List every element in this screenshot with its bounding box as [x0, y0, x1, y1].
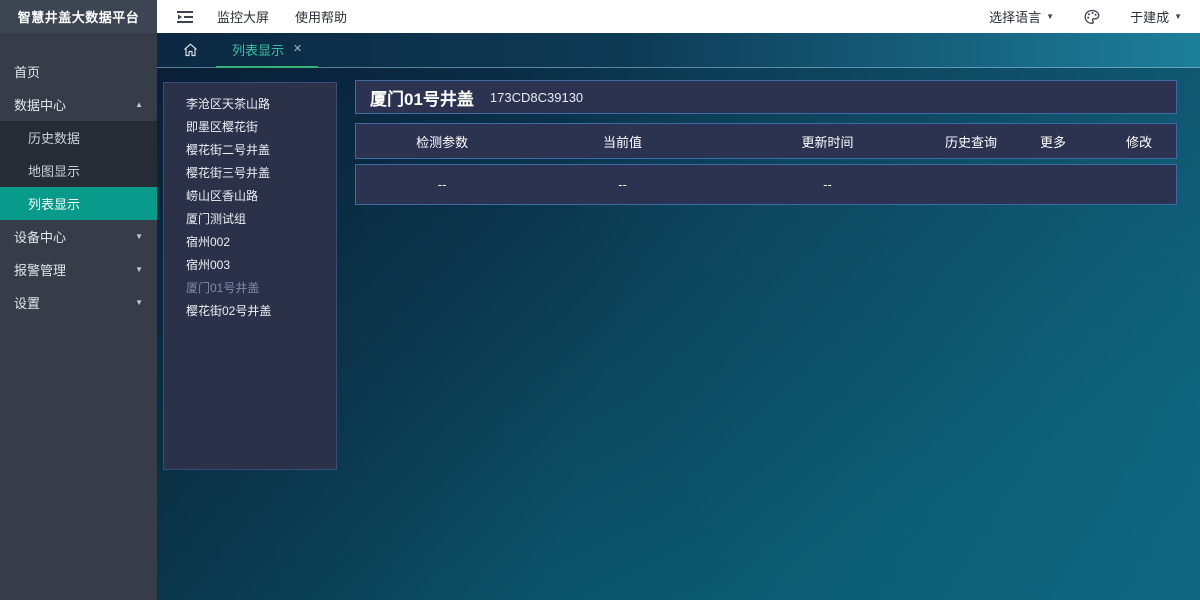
sidebar-item-label: 首页 [14, 62, 40, 81]
chevron-down-icon: ▼ [1174, 13, 1182, 21]
username: 于建成 [1130, 7, 1169, 26]
device-list-item[interactable]: 樱花街二号井盖 [186, 139, 336, 162]
column-header-history-query: 历史查询 [938, 132, 1004, 151]
main-content: 李沧区天茶山路 即墨区樱花街 樱花街二号井盖 樱花街三号井盖 崂山区香山路 厦门… [157, 68, 1200, 600]
close-icon[interactable]: ✕ [293, 44, 302, 55]
device-code: 173CD8C39130 [490, 90, 583, 105]
column-header-param: 检测参数 [356, 132, 528, 151]
sidebar-item-alarm-management[interactable]: 报警管理 ▼ [0, 253, 157, 286]
topbar: 智慧井盖大数据平台 监控大屏 使用帮助 选择语言 ▼ 于建成 [0, 0, 1200, 33]
chevron-down-icon: ▼ [1046, 13, 1054, 21]
sidebar-item-label: 设置 [14, 293, 40, 312]
app-title: 智慧井盖大数据平台 [0, 0, 157, 33]
column-header-current-value: 当前值 [528, 132, 717, 151]
device-list-item[interactable]: 樱花街02号井盖 [186, 300, 336, 323]
sidebar-item-label: 报警管理 [14, 260, 66, 279]
device-list-item[interactable]: 厦门测试组 [186, 208, 336, 231]
cell-param: -- [356, 177, 528, 192]
sidebar-item-label: 历史数据 [28, 128, 80, 147]
sidebar-item-map-display[interactable]: 地图显示 [0, 154, 157, 187]
sidebar-item-home[interactable]: 首页 [0, 55, 157, 88]
tab-list-display[interactable]: 列表显示 ✕ [216, 33, 318, 68]
device-list-item[interactable]: 李沧区天茶山路 [186, 93, 336, 116]
device-title: 厦门01号井盖 [370, 85, 474, 110]
home-icon [183, 43, 198, 57]
user-menu[interactable]: 于建成 ▼ [1130, 7, 1182, 26]
language-label: 选择语言 [989, 7, 1041, 26]
device-list-panel: 李沧区天茶山路 即墨区樱花街 樱花街二号井盖 樱花街三号井盖 崂山区香山路 厦门… [163, 82, 337, 470]
nav-help[interactable]: 使用帮助 [295, 7, 347, 26]
sidebar-item-history-data[interactable]: 历史数据 [0, 121, 157, 154]
cell-current-value: -- [528, 177, 717, 192]
sidebar-item-data-center[interactable]: 数据中心 ▲ [0, 88, 157, 121]
data-center-submenu: 历史数据 地图显示 列表显示 [0, 121, 157, 220]
home-tab-button[interactable] [183, 43, 198, 57]
device-list-item[interactable]: 即墨区樱花街 [186, 116, 336, 139]
device-list-item-selected[interactable]: 厦门01号井盖 [186, 277, 336, 300]
topbar-right: 选择语言 ▼ 于建成 ▼ [989, 7, 1200, 26]
top-navigation: 监控大屏 使用帮助 [217, 7, 347, 26]
language-selector[interactable]: 选择语言 ▼ [989, 7, 1054, 26]
device-list-item[interactable]: 宿州002 [186, 231, 336, 254]
chevron-down-icon: ▼ [135, 232, 143, 241]
menu-fold-icon [177, 10, 193, 24]
palette-icon [1084, 9, 1100, 25]
device-list-item[interactable]: 樱花街三号井盖 [186, 162, 336, 185]
sidebar-menu: 首页 数据中心 ▲ 历史数据 地图显示 列表显示 设备中心 ▼ 报警管理 ▼ 设… [0, 33, 157, 319]
tab-label: 列表显示 [232, 40, 284, 59]
theme-button[interactable] [1084, 9, 1100, 25]
column-header-modify: 修改 [1102, 132, 1176, 151]
sidebar-item-list-display[interactable]: 列表显示 [0, 187, 157, 220]
chevron-down-icon: ▼ [135, 265, 143, 274]
device-list-item[interactable]: 崂山区香山路 [186, 185, 336, 208]
column-header-more: 更多 [1004, 132, 1102, 151]
detail-column: 厦门01号井盖 173CD8C39130 检测参数 当前值 更新时间 历史查询 … [355, 80, 1177, 205]
cell-update-time: -- [717, 177, 938, 192]
sidebar-item-settings[interactable]: 设置 ▼ [0, 286, 157, 319]
sidebar-item-label: 列表显示 [28, 194, 80, 213]
chevron-down-icon: ▼ [135, 298, 143, 307]
nav-monitor-screen[interactable]: 监控大屏 [217, 7, 269, 26]
sidebar-item-label: 地图显示 [28, 161, 80, 180]
tabbar: 列表显示 ✕ [157, 33, 1200, 68]
table-row: -- -- -- [355, 164, 1177, 205]
device-title-panel: 厦门01号井盖 173CD8C39130 [355, 80, 1177, 114]
sidebar-item-label: 设备中心 [14, 227, 66, 246]
chevron-up-icon: ▲ [135, 100, 143, 109]
table-header-row: 检测参数 当前值 更新时间 历史查询 更多 修改 [355, 123, 1177, 159]
sidebar: 首页 数据中心 ▲ 历史数据 地图显示 列表显示 设备中心 ▼ 报警管理 ▼ 设… [0, 33, 157, 600]
sidebar-item-device-center[interactable]: 设备中心 ▼ [0, 220, 157, 253]
sidebar-collapse-button[interactable] [177, 10, 193, 24]
device-list-item[interactable]: 宿州003 [186, 254, 336, 277]
sidebar-item-label: 数据中心 [14, 95, 66, 114]
column-header-update-time: 更新时间 [717, 132, 938, 151]
